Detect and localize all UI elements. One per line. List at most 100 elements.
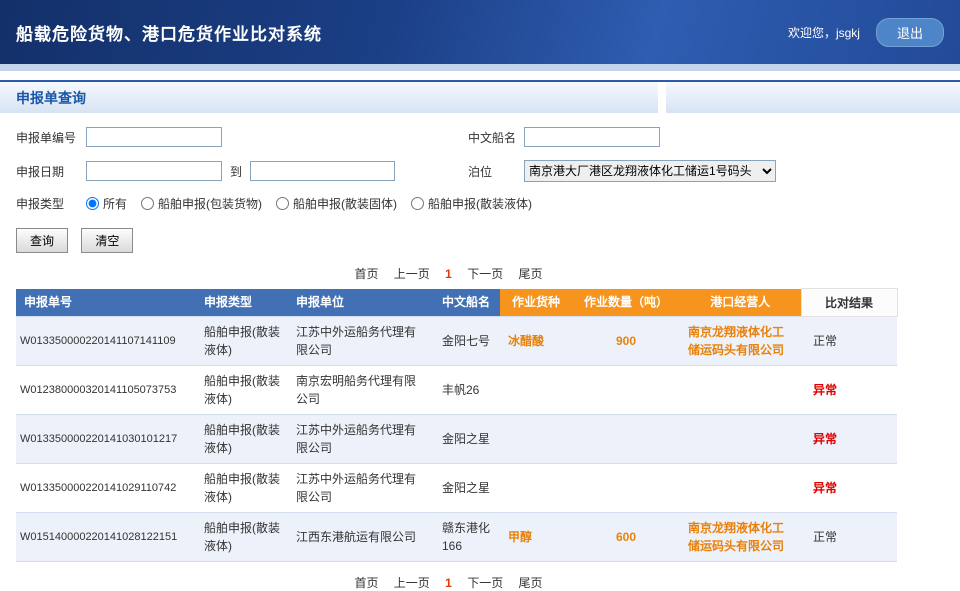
- compare-result-cell: 异常: [801, 415, 897, 464]
- table-row: W015140000220141028122151船舶申报(散装液体)江西东港航…: [16, 513, 897, 562]
- col-declaration-no: 申报单号: [16, 289, 196, 317]
- header-divider-strip: [0, 64, 960, 71]
- declaration-no-input[interactable]: [86, 127, 222, 147]
- port-operator-cell: [680, 464, 801, 513]
- declare-type-cell: 船舶申报(散装液体): [196, 317, 288, 366]
- cargo-qty-cell: [572, 464, 680, 513]
- cargo-qty-cell: [572, 366, 680, 415]
- cargo-qty-cell: 600: [572, 513, 680, 562]
- table-row: W013350000220141030101217船舶申报(散装液体)江苏中外运…: [16, 415, 897, 464]
- cargo-qty-cell: 900: [572, 317, 680, 366]
- radio-item-bulk-liquid: 船舶申报(散装液体): [411, 195, 532, 212]
- page-first-link[interactable]: 首页: [354, 267, 378, 281]
- cargo-type-cell: [500, 464, 572, 513]
- declare-unit-cell: 江苏中外运船务代理有限公司: [288, 317, 434, 366]
- app-header: 船载危险货物、港口危货作业比对系统 欢迎您，jsgkj 退出: [0, 0, 960, 64]
- col-declare-unit: 申报单位: [288, 289, 434, 317]
- tab-label: 申报单查询: [16, 88, 86, 108]
- compare-result-cell: 异常: [801, 366, 897, 415]
- page-current: 1: [445, 267, 452, 281]
- form-row-3: 申报类型 所有 船舶申报(包装货物) 船舶申报(散装固体) 船舶申报(散装液体): [16, 195, 960, 212]
- cargo-type-cell: [500, 366, 572, 415]
- port-operator-cell: 南京龙翔液体化工储运码头有限公司: [680, 513, 801, 562]
- col-cargo-qty: 作业数量（吨）: [572, 289, 680, 317]
- tab-declaration-query[interactable]: 申报单查询: [0, 82, 666, 113]
- port-operator-cell: [680, 415, 801, 464]
- table-row: W013350000220141107141109船舶申报(散装液体)江苏中外运…: [16, 317, 897, 366]
- port-operator-cell: 南京龙翔液体化工储运码头有限公司: [680, 317, 801, 366]
- declare-unit-cell: 江苏中外运船务代理有限公司: [288, 464, 434, 513]
- compare-result-cell: 正常: [801, 513, 897, 562]
- page-prev-link[interactable]: 上一页: [394, 267, 430, 281]
- query-button[interactable]: 查询: [16, 228, 68, 253]
- declaration-no-cell: W012380000320141105073753: [16, 366, 196, 415]
- ship-name-group: 中文船名: [468, 127, 920, 147]
- page-prev-link[interactable]: 上一页: [394, 576, 430, 590]
- form-buttons: 查询 清空: [16, 228, 960, 253]
- radio-all[interactable]: [86, 197, 99, 210]
- page-current: 1: [445, 576, 452, 590]
- date-from-input[interactable]: [86, 161, 222, 181]
- page-next-link[interactable]: 下一页: [467, 267, 503, 281]
- results-table: 申报单号 申报类型 申报单位 中文船名 作业货种 作业数量（吨） 港口经营人 比…: [16, 288, 898, 562]
- ship-name-cell: 丰帆26: [434, 366, 500, 415]
- radio-item-bulk-solid: 船舶申报(散装固体): [276, 195, 397, 212]
- col-declare-type: 申报类型: [196, 289, 288, 317]
- radio-bulk-solid[interactable]: [276, 197, 289, 210]
- compare-result-cell: 异常: [801, 464, 897, 513]
- app-title: 船载危险货物、港口危货作业比对系统: [16, 20, 322, 45]
- welcome-text: 欢迎您，jsgkj: [788, 24, 860, 41]
- date-to-label: 到: [230, 163, 242, 180]
- ship-name-input[interactable]: [524, 127, 660, 147]
- header-row: 申报单号 申报类型 申报单位 中文船名 作业货种 作业数量（吨） 港口经营人 比…: [16, 289, 897, 317]
- declare-type-cell: 船舶申报(散装液体): [196, 366, 288, 415]
- form-row-1: 申报单编号 中文船名: [16, 127, 960, 147]
- declaration-no-group: 申报单编号: [16, 127, 468, 147]
- radio-packaged-goods-label: 船舶申报(包装货物): [158, 195, 262, 212]
- col-ship-name: 中文船名: [434, 289, 500, 317]
- ship-name-cell: 金阳之星: [434, 415, 500, 464]
- page-first-link[interactable]: 首页: [354, 576, 378, 590]
- logout-button[interactable]: 退出: [876, 18, 944, 47]
- cargo-type-cell: 甲醇: [500, 513, 572, 562]
- berth-select[interactable]: 南京港大厂港区龙翔液体化工储运1号码头: [524, 160, 776, 182]
- ship-name-cell: 金阳之星: [434, 464, 500, 513]
- declaration-no-cell: W015140000220141028122151: [16, 513, 196, 562]
- clear-button[interactable]: 清空: [81, 228, 133, 253]
- radio-item-all: 所有: [86, 195, 127, 212]
- header-right: 欢迎您，jsgkj 退出: [788, 18, 944, 47]
- tab-bar: 申报单查询: [0, 80, 960, 113]
- port-operator-cell: [680, 366, 801, 415]
- radio-item-packaged: 船舶申报(包装货物): [141, 195, 262, 212]
- declare-date-label: 申报日期: [16, 163, 86, 180]
- radio-bulk-solid-label: 船舶申报(散装固体): [293, 195, 397, 212]
- berth-label: 泊位: [468, 163, 524, 180]
- radio-bulk-liquid[interactable]: [411, 197, 424, 210]
- col-compare-result: 比对结果: [801, 289, 897, 317]
- results-table-head: 申报单号 申报类型 申报单位 中文船名 作业货种 作业数量（吨） 港口经营人 比…: [16, 289, 897, 317]
- declaration-no-label: 申报单编号: [16, 129, 86, 146]
- results-table-body: W013350000220141107141109船舶申报(散装液体)江苏中外运…: [16, 317, 897, 562]
- declaration-no-cell: W013350000220141029110742: [16, 464, 196, 513]
- page-next-link[interactable]: 下一页: [467, 576, 503, 590]
- declare-unit-cell: 江西东港航运有限公司: [288, 513, 434, 562]
- declare-date-group: 申报日期 到: [16, 161, 468, 181]
- ship-name-cell: 金阳七号: [434, 317, 500, 366]
- declaration-no-cell: W013350000220141107141109: [16, 317, 196, 366]
- page-last-link[interactable]: 尾页: [519, 576, 543, 590]
- cargo-type-cell: 冰醋酸: [500, 317, 572, 366]
- table-row: W013350000220141029110742船舶申报(散装液体)江苏中外运…: [16, 464, 897, 513]
- radio-packaged-goods[interactable]: [141, 197, 154, 210]
- declare-unit-cell: 南京宏明船务代理有限公司: [288, 366, 434, 415]
- declare-type-radio-group: 所有 船舶申报(包装货物) 船舶申报(散装固体) 船舶申报(散装液体): [86, 195, 546, 212]
- page-last-link[interactable]: 尾页: [519, 267, 543, 281]
- declare-type-label: 申报类型: [16, 195, 86, 212]
- date-to-input[interactable]: [250, 161, 395, 181]
- query-form: 申报单编号 中文船名 申报日期 到 泊位 南京港大厂港区龙翔液体化工储运1号码头…: [0, 113, 960, 253]
- col-cargo-type: 作业货种: [500, 289, 572, 317]
- table-row: W012380000320141105073753船舶申报(散装液体)南京宏明船…: [16, 366, 897, 415]
- form-row-2: 申报日期 到 泊位 南京港大厂港区龙翔液体化工储运1号码头: [16, 160, 960, 182]
- ship-name-label: 中文船名: [468, 129, 524, 146]
- cargo-qty-cell: [572, 415, 680, 464]
- radio-all-label: 所有: [103, 195, 127, 212]
